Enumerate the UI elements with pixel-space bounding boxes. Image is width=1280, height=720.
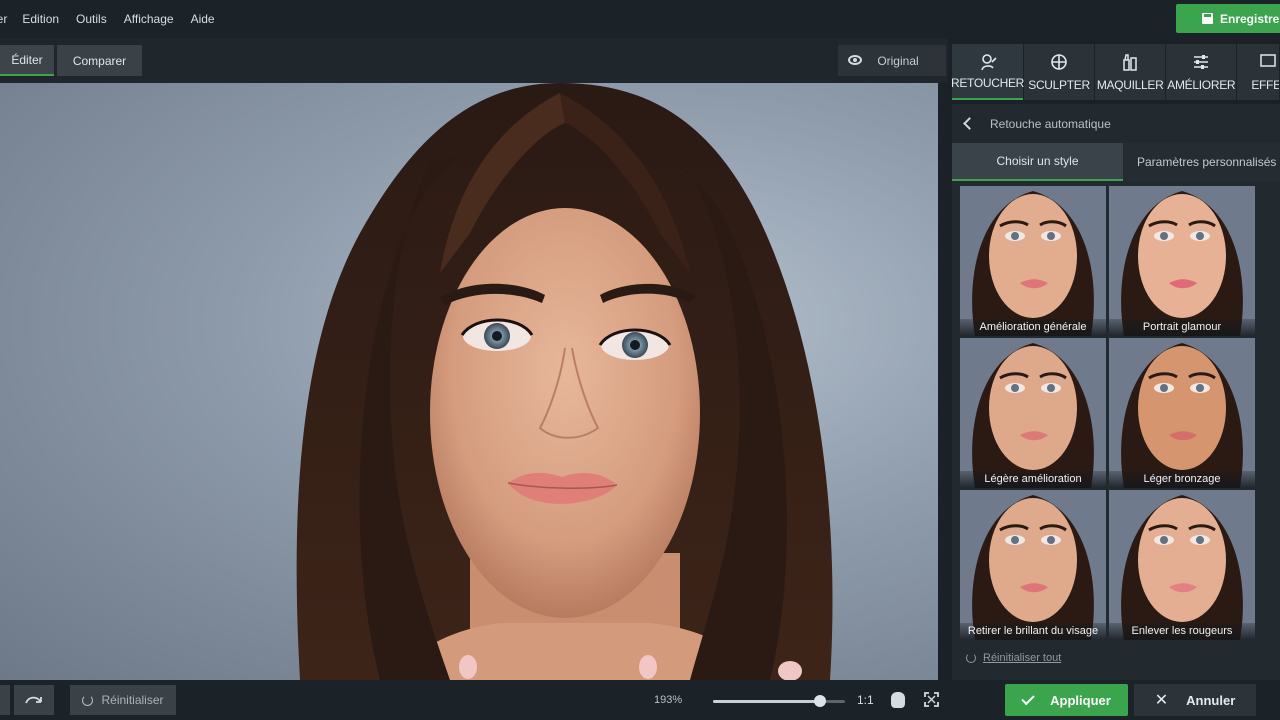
- fit-screen-icon[interactable]: [924, 692, 939, 707]
- retouch-icon: [980, 54, 997, 71]
- bottom-bar: Réinitialiser 193% 1:1 Appliquer ✕ Annul…: [0, 680, 1280, 720]
- preset-label: Léger bronzage: [1109, 471, 1255, 488]
- zoom-slider[interactable]: [713, 695, 845, 707]
- tab-makeup[interactable]: MAQUILLER: [1095, 44, 1166, 100]
- menu-view[interactable]: Affichage: [124, 12, 174, 26]
- reset-button[interactable]: Réinitialiser: [70, 685, 176, 715]
- original-button[interactable]: Original: [838, 45, 946, 76]
- preset-label: Légère amélioration: [960, 471, 1106, 488]
- preset-face-image: [960, 338, 1106, 488]
- original-label: Original: [877, 53, 919, 68]
- cancel-label: Annuler: [1186, 692, 1236, 708]
- preset-face-image: [960, 186, 1106, 336]
- effects-icon: [1260, 54, 1277, 67]
- photo-editor-window: ier Edition Outils Affichage Aide Enregi…: [0, 0, 1280, 720]
- photo-canvas[interactable]: [0, 83, 938, 680]
- redo-button[interactable]: [14, 685, 54, 715]
- back-chevron-icon[interactable]: [963, 117, 976, 130]
- hand-icon[interactable]: [891, 692, 905, 708]
- tab-effects[interactable]: EFFE: [1237, 44, 1279, 100]
- compare-button[interactable]: Comparer: [57, 45, 142, 76]
- cancel-button[interactable]: ✕ Annuler: [1134, 684, 1256, 716]
- undo-button[interactable]: [0, 685, 10, 715]
- menu-tools[interactable]: Outils: [76, 12, 107, 26]
- tab-makeup-label: MAQUILLER: [1096, 78, 1164, 92]
- zoom-slider-handle[interactable]: [814, 695, 826, 707]
- sculpt-icon: [1051, 54, 1067, 70]
- reset-label: Réinitialiser: [101, 693, 164, 707]
- reset-icon: [966, 653, 976, 663]
- preset-face-image: [960, 490, 1106, 640]
- tab-custom-settings[interactable]: Paramètres personnalisés: [1123, 143, 1280, 181]
- preset-face-image: [1109, 490, 1255, 640]
- tab-sculpt-label: SCULPTER: [1028, 78, 1090, 92]
- preset-thumb[interactable]: Amélioration générale: [960, 186, 1106, 336]
- retouch-panel: Retouche automatique Choisir un style Pa…: [952, 104, 1280, 680]
- tab-choose-style[interactable]: Choisir un style: [952, 143, 1123, 181]
- preset-thumb[interactable]: Enlever les rougeurs: [1109, 490, 1255, 640]
- preset-label: Amélioration générale: [960, 319, 1106, 336]
- menu-bar: ier Edition Outils Affichage Aide Enregi…: [0, 0, 1280, 38]
- save-disk-icon: [1202, 13, 1213, 24]
- redo-icon: [25, 696, 42, 704]
- panel-header: Retouche automatique: [952, 104, 1280, 144]
- tab-retouch-label: RETOUCHER: [950, 76, 1025, 90]
- preset-face-image: [1109, 338, 1255, 488]
- edit-mode-button[interactable]: Éditer: [0, 45, 54, 76]
- preset-thumb[interactable]: Légère amélioration: [960, 338, 1106, 488]
- portrait-photo: [296, 83, 833, 680]
- eye-icon: [848, 55, 862, 65]
- menu-file[interactable]: ier: [0, 12, 7, 26]
- apply-button[interactable]: Appliquer: [1005, 684, 1128, 716]
- zoom-slider-fill: [713, 700, 820, 703]
- tab-improve[interactable]: AMÉLIORER: [1166, 44, 1237, 100]
- panel-title: Retouche automatique: [990, 117, 1111, 131]
- tab-improve-label: AMÉLIORER: [1167, 78, 1236, 92]
- tab-effects-label: EFFE: [1251, 78, 1279, 92]
- save-button[interactable]: Enregistrer: [1176, 4, 1280, 33]
- style-subtabs: Choisir un style Paramètres personnalisé…: [952, 143, 1280, 181]
- tab-retouch[interactable]: RETOUCHER: [950, 44, 1025, 100]
- tab-sculpt[interactable]: SCULPTER: [1024, 44, 1095, 100]
- apply-label: Appliquer: [1050, 692, 1111, 708]
- preset-thumb[interactable]: Portrait glamour: [1109, 186, 1255, 336]
- preset-face-image: [1109, 186, 1255, 336]
- reset-all-link[interactable]: Réinitialiser tout: [966, 652, 1061, 664]
- actual-size-button[interactable]: 1:1: [857, 693, 874, 707]
- menu-edition[interactable]: Edition: [22, 12, 59, 26]
- sliders-icon: [1194, 55, 1209, 69]
- view-toolbar: Éditer Comparer Original: [0, 38, 948, 83]
- makeup-icon: [1123, 54, 1137, 71]
- preset-thumb[interactable]: Retirer le brillant du visage: [960, 490, 1106, 640]
- save-label: Enregistrer: [1220, 11, 1280, 26]
- tool-tabs: RETOUCHER SCULPTER MAQUILLER AMÉLIORER E…: [950, 44, 1280, 100]
- reset-icon: [82, 694, 94, 706]
- menu-help[interactable]: Aide: [191, 12, 215, 26]
- preset-label: Portrait glamour: [1109, 319, 1255, 336]
- preset-label: Retirer le brillant du visage: [960, 623, 1106, 640]
- preset-label: Enlever les rougeurs: [1109, 623, 1255, 640]
- zoom-level: 193%: [654, 694, 683, 706]
- close-icon: ✕: [1154, 692, 1169, 709]
- reset-all-label: Réinitialiser tout: [983, 652, 1062, 664]
- check-icon: [1021, 691, 1035, 705]
- preset-thumb[interactable]: Léger bronzage: [1109, 338, 1255, 488]
